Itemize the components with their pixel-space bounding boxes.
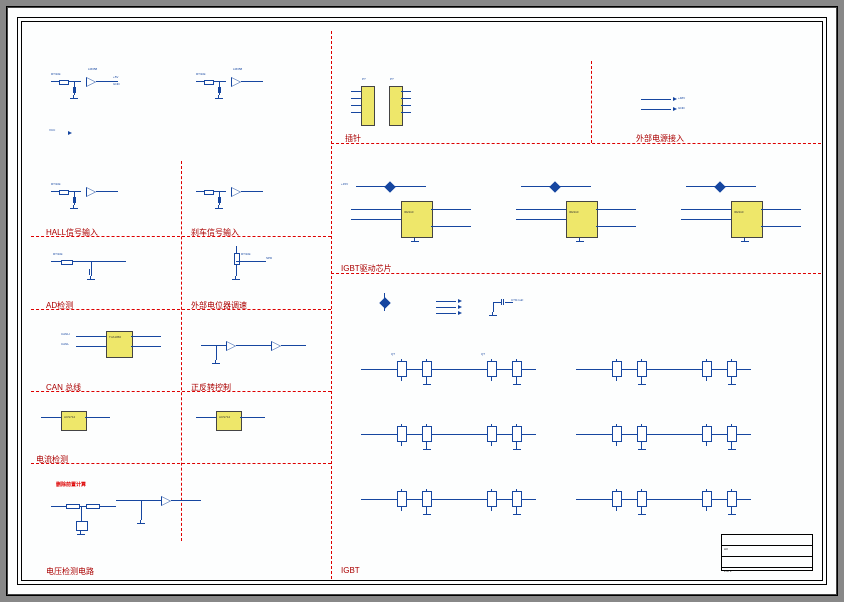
igbt-pair-6 — [576, 481, 751, 521]
label-igbt: IGBT — [341, 566, 360, 575]
divider-left-vertical — [181, 161, 182, 541]
label-can: CAN 总线 — [46, 382, 81, 393]
divider-vertical-main — [331, 31, 332, 579]
label-brake: 刹车信号输入 — [191, 227, 239, 238]
igbt-pair-5 — [361, 481, 536, 521]
divider-v-right-top — [591, 61, 592, 143]
label-extpower: 外部电源接入 — [636, 133, 684, 144]
label-curr: 电流检测 — [36, 454, 68, 465]
title-block: A3 1 of 1 — [721, 534, 813, 571]
label-igbtdrv: IGBT驱动芯片 — [341, 263, 392, 274]
netlabel-1 — [66, 131, 72, 135]
igbt-pair-1: Q? Q? — [361, 351, 536, 391]
divider-left-h4 — [31, 463, 331, 464]
label-ad: AD检测 — [46, 300, 73, 311]
divider-left-h2 — [31, 309, 331, 310]
igbt-pair-2 — [576, 351, 751, 391]
igbt-pair-3 — [361, 416, 536, 456]
schematic-sheet: HALL信号输入 刹车信号输入 AD检测 外部电位器调速 CAN 总线 正反转控… — [6, 6, 838, 596]
label-fwdrev: 正反转控制 — [191, 382, 231, 393]
tb-size: A3 — [724, 547, 728, 551]
divider-h-mid — [331, 273, 821, 274]
label-conn: 插针 — [345, 133, 361, 144]
label-volt: 电压检测电路 — [46, 566, 94, 577]
divider-h-top — [331, 143, 821, 144]
tb-sheet: 1 of 1 — [724, 569, 732, 573]
label-hall: HALL信号输入 — [46, 227, 98, 238]
label-pot: 外部电位器调速 — [191, 300, 247, 311]
schematic-canvas: HALL信号输入 刹车信号输入 AD检测 外部电位器调速 CAN 总线 正反转控… — [31, 31, 813, 571]
igbt-pair-4 — [576, 416, 751, 456]
